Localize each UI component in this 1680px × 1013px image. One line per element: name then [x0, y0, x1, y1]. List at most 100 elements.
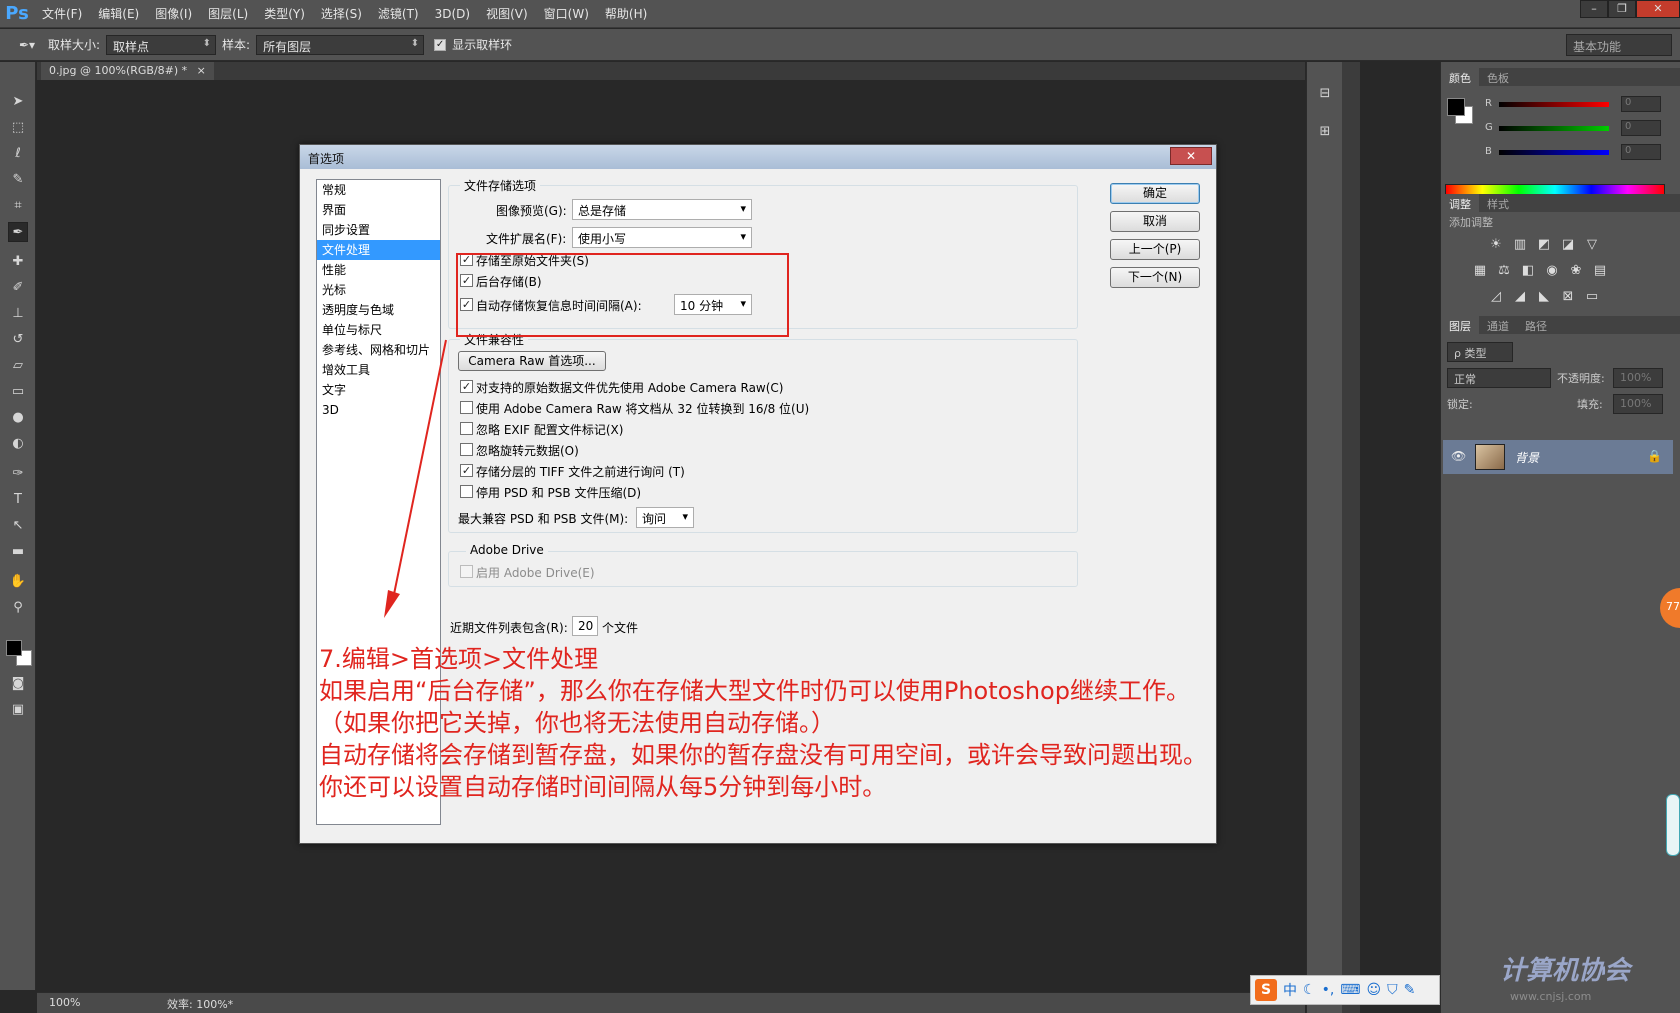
max-compat-select[interactable]: 询问 [636, 507, 694, 528]
healing-brush-tool-icon[interactable]: ✚ [8, 252, 28, 272]
screen-mode-icon[interactable]: ▣ [8, 700, 28, 720]
ime-wrench-icon[interactable]: ✎ [1404, 982, 1416, 998]
color-fg-swatch[interactable] [1447, 98, 1465, 116]
fill-input[interactable]: 100% [1613, 394, 1663, 414]
side-float-meter[interactable] [1666, 794, 1680, 856]
previous-button[interactable]: 上一个(P) [1110, 239, 1200, 260]
category-general[interactable]: 常规 [317, 180, 440, 200]
menu-select[interactable]: 选择(S) [313, 0, 370, 28]
efficiency-readout[interactable]: 效率: 100%* [167, 996, 233, 1012]
ask-tiff-label[interactable]: 存储分层的 TIFF 文件之前进行询问 (T) [476, 463, 685, 480]
category-transparency[interactable]: 透明度与色域 [317, 300, 440, 320]
history-panel-icon[interactable]: ⊟ [1315, 84, 1335, 104]
visibility-eye-icon[interactable]: 👁 [1451, 449, 1466, 463]
gradient-tool-icon[interactable]: ▭ [8, 382, 28, 402]
blue-slider[interactable]: B 0 [1485, 144, 1675, 162]
move-tool-icon[interactable]: ➤ [8, 92, 28, 112]
green-bar[interactable] [1499, 126, 1609, 131]
layer-name[interactable]: 背景 [1515, 449, 1539, 466]
vibrance-icon[interactable]: ▽ [1583, 236, 1601, 254]
tab-color[interactable]: 颜色 [1441, 68, 1479, 86]
tab-paths[interactable]: 路径 [1517, 316, 1555, 334]
photo-filter-icon[interactable]: ◉ [1543, 262, 1561, 280]
menu-file[interactable]: 文件(F) [34, 0, 90, 28]
green-slider[interactable]: G 0 [1485, 120, 1675, 138]
eyedropper-preset-icon[interactable]: ✒▾ [12, 38, 42, 52]
gradient-map-icon[interactable]: ▭ [1583, 288, 1601, 306]
eyedropper-tool-icon[interactable]: ✒ [8, 222, 28, 242]
ime-moon-icon[interactable]: ☾ [1303, 982, 1316, 998]
lasso-tool-icon[interactable]: ℓ [8, 144, 28, 164]
ignore-exif-label[interactable]: 忽略 EXIF 配置文件标记(X) [476, 421, 623, 438]
dialog-title-bar[interactable]: 首选项 ✕ [300, 145, 1216, 169]
channel-mixer-icon[interactable]: ❀ [1567, 262, 1585, 280]
layer-kind-filter[interactable]: ρ 类型 [1447, 342, 1513, 362]
file-extension-select[interactable]: 使用小写 [572, 227, 752, 248]
threshold-icon[interactable]: ◣ [1535, 288, 1553, 306]
document-tab[interactable]: 0.jpg @ 100%(RGB/8#) * × [41, 62, 214, 80]
hue-saturation-icon[interactable]: ▦ [1471, 262, 1489, 280]
properties-panel-icon[interactable]: ⊞ [1315, 122, 1335, 142]
selective-color-icon[interactable]: ⊠ [1559, 288, 1577, 306]
blur-tool-icon[interactable]: ● [8, 408, 28, 428]
hand-tool-icon[interactable]: ✋ [8, 572, 28, 592]
tab-styles[interactable]: 样式 [1479, 194, 1517, 212]
marquee-tool-icon[interactable]: ⬚ [8, 118, 28, 138]
ignore-rotation-label[interactable]: 忽略旋转元数据(O) [476, 442, 579, 459]
dialog-close-button[interactable]: ✕ [1170, 147, 1212, 165]
close-window-button[interactable]: ✕ [1636, 0, 1680, 18]
zoom-tool-icon[interactable]: ⚲ [8, 598, 28, 618]
restore-button[interactable]: ❐ [1608, 0, 1636, 18]
pen-tool-icon[interactable]: ✑ [8, 464, 28, 484]
brush-tool-icon[interactable]: ✐ [8, 278, 28, 298]
menu-layer[interactable]: 图层(L) [200, 0, 256, 28]
category-cursors[interactable]: 光标 [317, 280, 440, 300]
ime-keyboard-icon[interactable]: ⌨ [1340, 982, 1360, 998]
acr-convert-checkbox[interactable] [460, 401, 473, 414]
opacity-input[interactable]: 100% [1613, 368, 1663, 388]
ime-punct-icon[interactable]: •, [1322, 982, 1335, 998]
category-sync[interactable]: 同步设置 [317, 220, 440, 240]
menu-image[interactable]: 图像(I) [147, 0, 200, 28]
color-lookup-icon[interactable]: ▤ [1591, 262, 1609, 280]
blue-bar[interactable] [1499, 150, 1609, 155]
zoom-level[interactable]: 100% [49, 996, 80, 1009]
adobe-drive-checkbox[interactable] [460, 565, 473, 578]
menu-filter[interactable]: 滤镜(T) [370, 0, 427, 28]
adobe-drive-label[interactable]: 启用 Adobe Drive(E) [476, 564, 595, 581]
menu-edit[interactable]: 编辑(E) [90, 0, 147, 28]
next-button[interactable]: 下一个(N) [1110, 267, 1200, 288]
minimize-button[interactable]: – [1580, 0, 1608, 18]
ignore-exif-checkbox[interactable] [460, 422, 473, 435]
tab-layers[interactable]: 图层 [1441, 316, 1479, 334]
category-units[interactable]: 单位与标尺 [317, 320, 440, 340]
prefer-acr-checkbox[interactable]: ✓ [460, 380, 473, 393]
category-file-handling[interactable]: 文件处理 [317, 240, 440, 260]
ime-language[interactable]: 中 [1283, 980, 1297, 1000]
menu-type[interactable]: 类型(Y) [256, 0, 313, 28]
eraser-tool-icon[interactable]: ▱ [8, 356, 28, 376]
ignore-rotation-checkbox[interactable] [460, 443, 473, 456]
menu-3d[interactable]: 3D(D) [427, 0, 478, 28]
quick-mask-icon[interactable]: ◙ [8, 674, 28, 694]
menu-window[interactable]: 窗口(W) [536, 0, 597, 28]
red-slider[interactable]: R 0 [1485, 96, 1675, 114]
curves-icon[interactable]: ◩ [1535, 236, 1553, 254]
camera-raw-button[interactable]: Camera Raw 首选项... [458, 351, 606, 371]
menu-view[interactable]: 视图(V) [478, 0, 536, 28]
invert-icon[interactable]: ◿ [1487, 288, 1505, 306]
ime-user-icon[interactable]: ☺ [1367, 982, 1382, 998]
green-value[interactable]: 0 [1621, 120, 1661, 136]
clone-stamp-tool-icon[interactable]: ⊥ [8, 304, 28, 324]
foreground-color-swatch[interactable] [6, 640, 22, 656]
sample-size-select[interactable]: 取样点 [106, 34, 217, 55]
ask-tiff-checkbox[interactable]: ✓ [460, 464, 473, 477]
exposure-icon[interactable]: ◪ [1559, 236, 1577, 254]
levels-icon[interactable]: ▥ [1511, 236, 1529, 254]
sample-select[interactable]: 所有图层 [256, 34, 425, 55]
category-plugins[interactable]: 增效工具 [317, 360, 440, 380]
show-ring-checkbox[interactable]: ✓ [434, 38, 447, 51]
image-preview-select[interactable]: 总是存储 [572, 199, 752, 220]
dodge-tool-icon[interactable]: ◐ [8, 434, 28, 454]
layer-row-background[interactable]: 👁 背景 🔒 [1443, 440, 1673, 474]
